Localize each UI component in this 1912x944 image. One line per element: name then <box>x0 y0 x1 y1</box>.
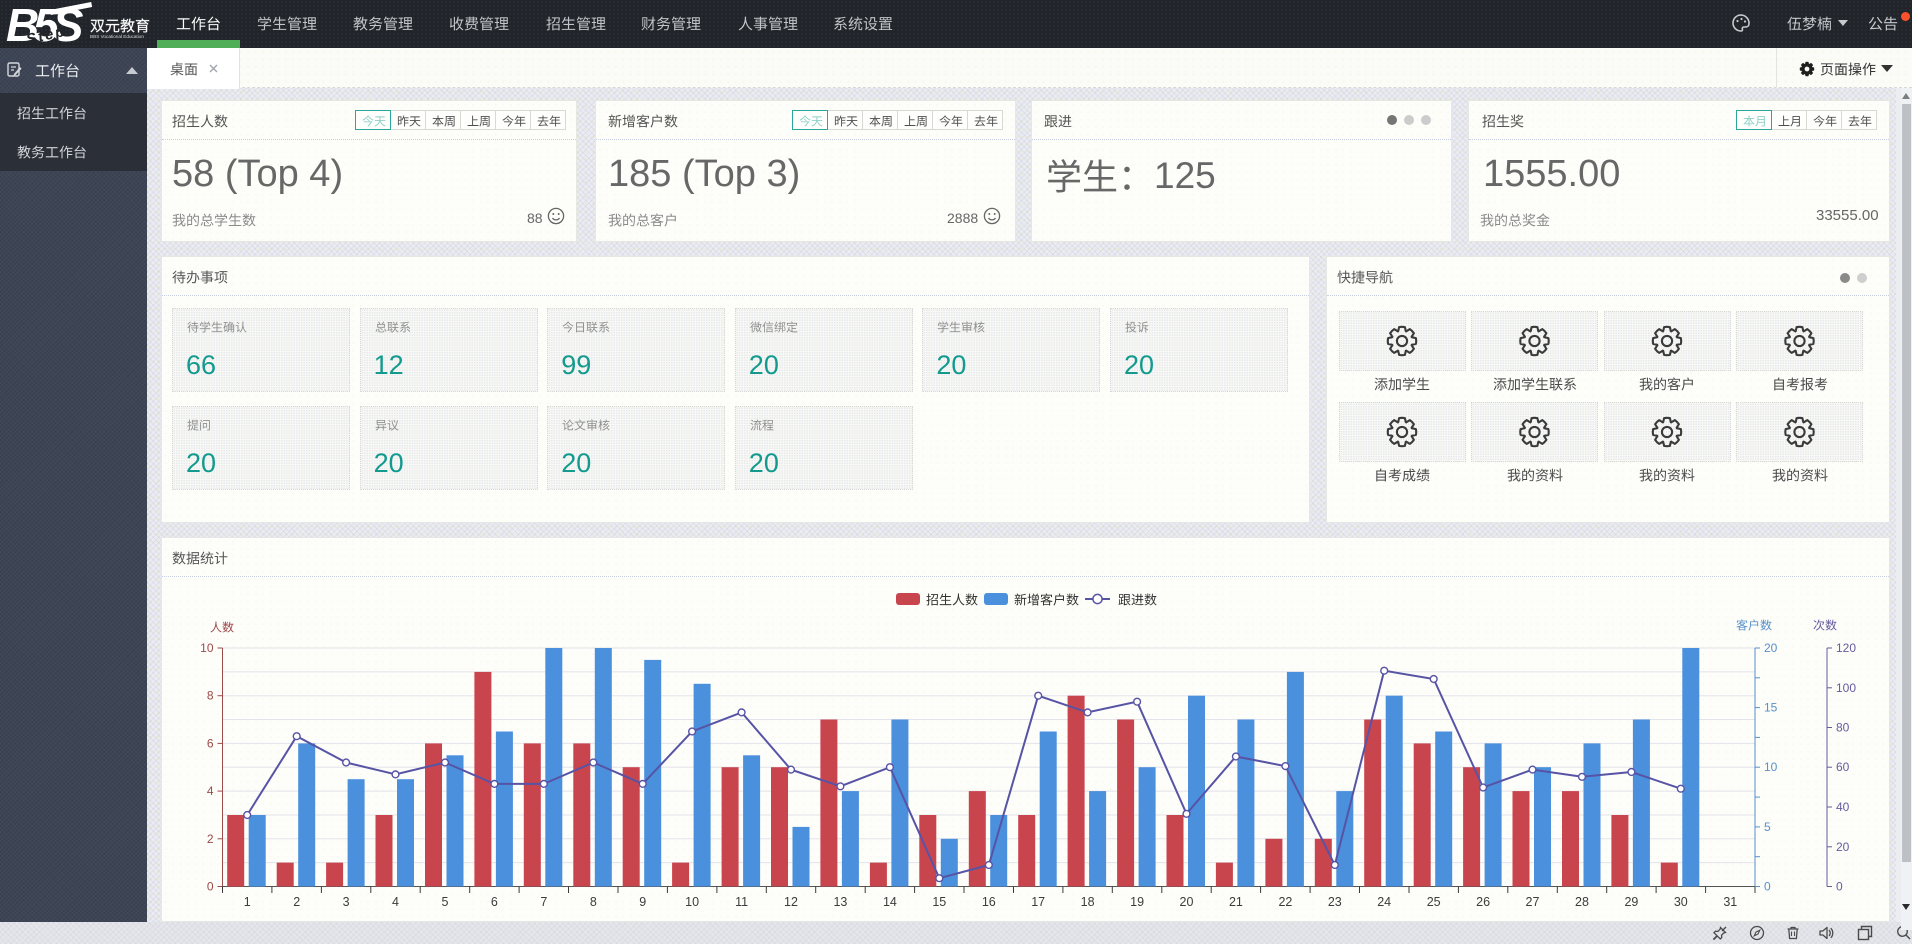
svg-text:4: 4 <box>207 784 214 798</box>
svg-text:19: 19 <box>1130 895 1144 909</box>
svg-text:16: 16 <box>982 895 996 909</box>
svg-text:15: 15 <box>932 895 946 909</box>
svg-text:1: 1 <box>244 895 251 909</box>
svg-text:20: 20 <box>1764 641 1778 655</box>
svg-text:20: 20 <box>1836 840 1850 854</box>
svg-text:28: 28 <box>1575 895 1589 909</box>
svg-text:0: 0 <box>207 880 214 894</box>
svg-text:5: 5 <box>442 895 449 909</box>
svg-text:31: 31 <box>1723 895 1737 909</box>
svg-text:60: 60 <box>1836 760 1850 774</box>
svg-text:15: 15 <box>1764 701 1778 715</box>
svg-text:11: 11 <box>735 895 748 909</box>
svg-text:4: 4 <box>392 895 399 909</box>
svg-text:23: 23 <box>1328 895 1342 909</box>
svg-text:8: 8 <box>207 689 214 703</box>
svg-text:25: 25 <box>1427 895 1441 909</box>
svg-text:26: 26 <box>1476 895 1490 909</box>
svg-text:100: 100 <box>1836 681 1856 695</box>
svg-text:80: 80 <box>1836 721 1850 735</box>
svg-text:10: 10 <box>685 895 699 909</box>
svg-text:20: 20 <box>1180 895 1194 909</box>
svg-text:10: 10 <box>200 641 214 655</box>
svg-text:24: 24 <box>1377 895 1391 909</box>
svg-text:12: 12 <box>784 895 798 909</box>
svg-text:2: 2 <box>293 895 300 909</box>
svg-text:14: 14 <box>883 895 897 909</box>
svg-text:30: 30 <box>1674 895 1688 909</box>
svg-text:2: 2 <box>207 832 214 846</box>
svg-text:8: 8 <box>590 895 597 909</box>
svg-text:6: 6 <box>491 895 498 909</box>
svg-text:17: 17 <box>1031 895 1045 909</box>
svg-text:7: 7 <box>540 895 547 909</box>
svg-text:27: 27 <box>1526 895 1540 909</box>
svg-text:21: 21 <box>1229 895 1243 909</box>
svg-text:5: 5 <box>1764 820 1771 834</box>
svg-text:10: 10 <box>1764 760 1778 774</box>
svg-text:29: 29 <box>1624 895 1638 909</box>
svg-text:0: 0 <box>1836 880 1843 894</box>
svg-text:18: 18 <box>1081 895 1095 909</box>
svg-text:40: 40 <box>1836 800 1850 814</box>
svg-text:3: 3 <box>343 895 350 909</box>
svg-text:0: 0 <box>1764 880 1771 894</box>
svg-text:22: 22 <box>1278 895 1292 909</box>
svg-text:120: 120 <box>1836 641 1856 655</box>
svg-text:9: 9 <box>639 895 646 909</box>
svg-text:6: 6 <box>207 736 214 750</box>
svg-text:13: 13 <box>833 895 847 909</box>
